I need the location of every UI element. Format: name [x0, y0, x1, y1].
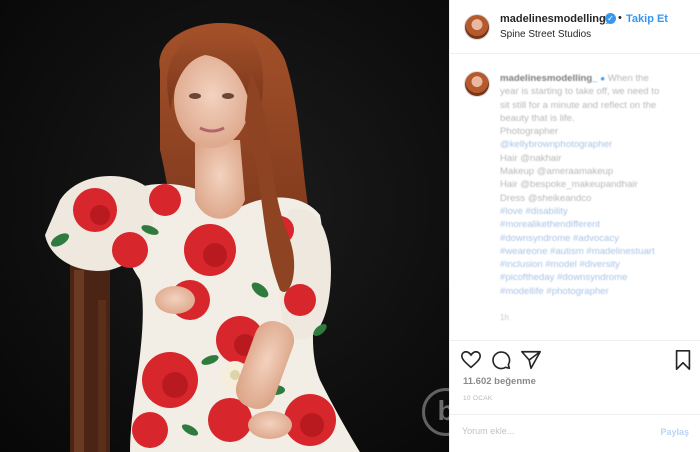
post-location[interactable]: Spine Street Studios	[500, 29, 591, 40]
caption-line: Photographer	[500, 126, 559, 138]
separator-dot: •	[618, 12, 622, 24]
comment-icon[interactable]	[490, 349, 512, 371]
heart-icon[interactable]	[460, 349, 482, 371]
caption-avatar[interactable]	[464, 71, 490, 97]
caption-section: madelinesmodelling_ ● When the year is s…	[450, 55, 700, 340]
caption-timestamp: 1h	[500, 313, 509, 322]
post-comment-button[interactable]: Paylaş	[660, 427, 689, 437]
post-header: madelinesmodelling_ ✓ • Takip Et Spine S…	[450, 0, 700, 54]
caption-hashtags[interactable]: #downsyndrome #advocacy	[500, 232, 692, 245]
caption-line[interactable]: Hair @nakhair	[500, 152, 692, 165]
post-date: 10 OCAK	[463, 395, 493, 402]
caption-hashtags[interactable]: #inclusion #model #diversity	[500, 258, 692, 271]
share-icon[interactable]	[520, 349, 542, 371]
caption-hashtags[interactable]: #weareone #autism #madelinestuart	[500, 245, 692, 258]
caption-text: madelinesmodelling_ ● When the year is s…	[500, 72, 692, 298]
caption-hashtags[interactable]: #modellife #photographer	[500, 285, 692, 298]
bookmark-icon[interactable]	[672, 349, 694, 371]
caption-line: When the	[607, 73, 649, 84]
action-bar	[450, 340, 700, 376]
post-photo-illustration	[45, 22, 360, 452]
like-count[interactable]: 11.602 beğenme	[463, 376, 536, 387]
caption-line[interactable]: Dress @sheikeandco	[500, 192, 692, 205]
post-sidebar: madelinesmodelling_ ✓ • Takip Et Spine S…	[449, 0, 700, 452]
avatar[interactable]	[464, 14, 490, 40]
caption-hashtags[interactable]: #morealikethendifferent	[500, 218, 692, 231]
caption-line[interactable]: Makeup @ameraamakeup	[500, 165, 692, 178]
caption-line: year is starting to take off, we need to	[500, 86, 660, 98]
caption-line: beauty that is life.	[500, 112, 575, 124]
caption-username[interactable]: madelinesmodelling_	[500, 73, 598, 84]
comment-input[interactable]	[462, 426, 642, 436]
caption-hashtags[interactable]: #love #disability	[500, 205, 692, 218]
caption-hashtags[interactable]: #picoftheday #downsyndrome	[500, 271, 692, 284]
follow-button[interactable]: Takip Et	[626, 13, 668, 25]
verified-badge-icon: ✓	[605, 13, 616, 24]
caption-line[interactable]: Hair @bespoke_makeupandhair	[500, 178, 692, 191]
post-username[interactable]: madelinesmodelling_	[500, 13, 612, 25]
comment-bar: Paylaş	[450, 414, 700, 452]
caption-line: sit still for a minute and reflect on th…	[500, 99, 657, 111]
verified-badge-icon: ●	[600, 74, 606, 83]
caption-mention[interactable]: @kellybrownphotographer	[500, 138, 692, 151]
post-photo[interactable]	[0, 0, 449, 452]
